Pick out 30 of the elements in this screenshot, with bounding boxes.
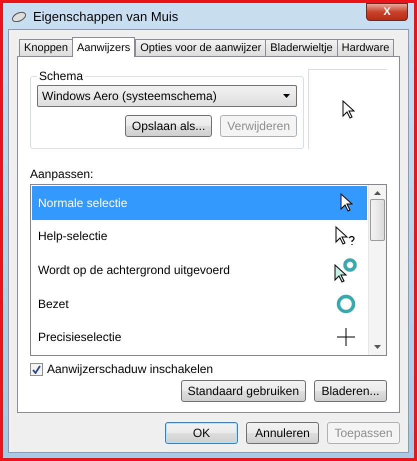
close-button[interactable]: X [366, 3, 408, 21]
arrow-cursor-icon [340, 193, 352, 212]
tab[interactable]: Hardware [336, 39, 394, 56]
mouse-icon [11, 10, 27, 22]
checkbox[interactable] [30, 362, 43, 376]
tab[interactable]: Opties voor de aanwijzer [135, 39, 266, 56]
group-label: Schema [38, 69, 84, 83]
dialog-button[interactable]: Annuleren [246, 422, 319, 444]
window-title: Eigenschappen van Muis [33, 8, 180, 24]
crosshair-icon [337, 328, 355, 346]
dropdown-arrow-icon [283, 94, 290, 98]
help-cursor-icon [335, 226, 357, 246]
busy-ring-icon [336, 294, 356, 314]
shadow-checkbox-row[interactable]: Aanwijzerschaduw inschakelen [30, 362, 387, 376]
scroll-down-arrow-icon[interactable] [374, 345, 381, 349]
scroll-up-arrow-icon[interactable] [374, 191, 381, 195]
dialog-button[interactable]: OK [165, 422, 238, 444]
list-label: Aanpassen: [30, 167, 94, 181]
arrow-cursor-icon [342, 100, 354, 119]
tab[interactable]: Knoppen [19, 39, 74, 56]
scrollbar[interactable] [368, 185, 386, 355]
schema-dropdown[interactable]: Windows Aero (systeemschema) [37, 85, 297, 107]
panel-button[interactable]: Bladeren... [314, 380, 387, 402]
scrollbar-thumb[interactable] [370, 199, 385, 241]
panel-button[interactable]: Standaard gebruiken [180, 380, 306, 402]
checkbox-label: Aanwijzerschaduw inschakelen [47, 362, 214, 376]
busy-arrow-cursor-icon [334, 256, 358, 283]
tab[interactable]: Bladerwieltje [265, 39, 338, 56]
tab[interactable]: Aanwijzers [72, 37, 136, 57]
schema-button[interactable]: Opslaan als... [124, 115, 212, 137]
